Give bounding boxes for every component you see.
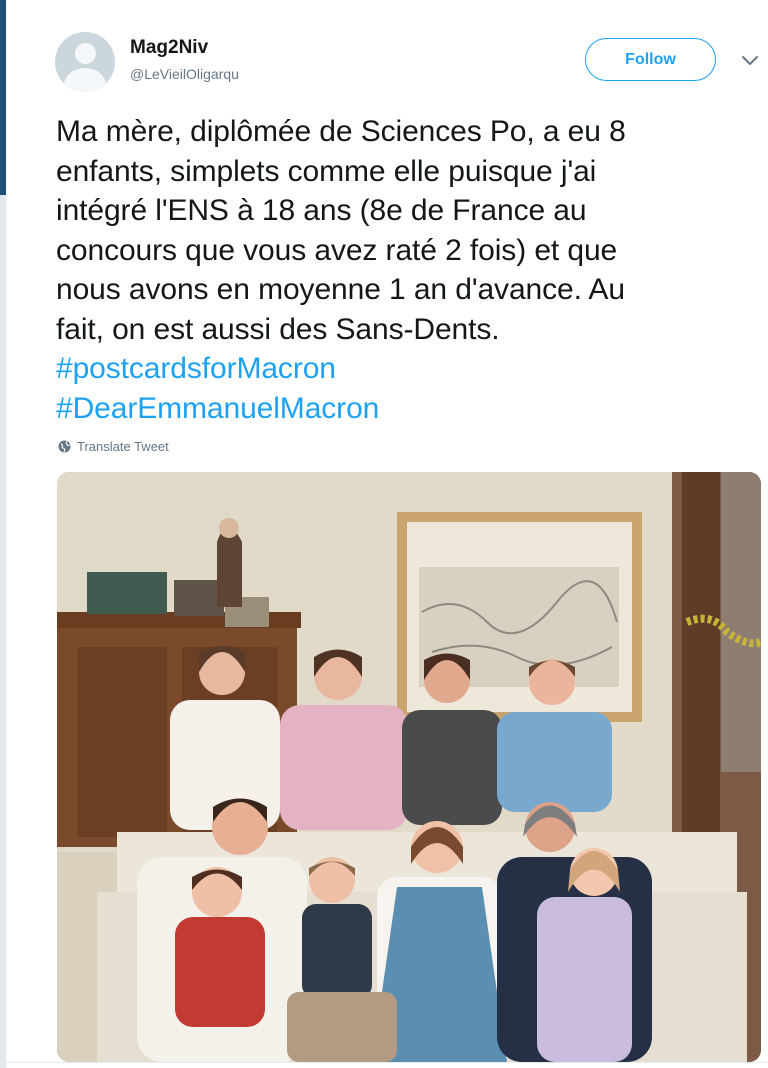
follow-button[interactable]: Follow — [585, 38, 716, 81]
tweet-line: intégré l'ENS à 18 ans (8e de France au — [56, 194, 587, 227]
tweet-line: Ma mère, diplômée de Sciences Po, a eu 8 — [56, 115, 626, 148]
tweet-line: fait, on est aussi des Sans-Dents. — [56, 312, 500, 346]
left-page-edge — [0, 0, 7, 1068]
avatar-body-shape — [64, 68, 106, 92]
avatar-head-shape — [75, 43, 96, 64]
family-photo-illustration — [57, 472, 761, 1062]
avatar[interactable] — [55, 32, 115, 92]
author-handle[interactable]: @LeVieilOligarqu — [130, 66, 239, 82]
tweet-line: enfants, simplets comme elle puisque j'a… — [56, 154, 597, 188]
hashtag-link[interactable]: #postcardsforMacron — [56, 349, 756, 389]
tweet-photo[interactable] — [57, 472, 761, 1062]
globe-icon — [58, 440, 71, 453]
tweet-line: nous avons en moyenne 1 an d'avance. Au — [56, 273, 625, 306]
tweet-line: concours que vous avez raté 2 fois) et q… — [56, 233, 618, 267]
tweet-text: Ma mère, diplômée de Sciences Po, a eu 8… — [56, 112, 756, 428]
translate-label: Translate Tweet — [77, 439, 169, 454]
left-accent-bar — [0, 0, 6, 195]
hashtag-link[interactable]: #DearEmmanuelMacron — [56, 389, 756, 429]
left-separator — [0, 195, 6, 1068]
bottom-divider — [0, 1062, 768, 1063]
author-name[interactable]: Mag2Niv — [130, 37, 208, 59]
translate-tweet-link[interactable]: Translate Tweet — [58, 439, 169, 454]
chevron-down-icon[interactable] — [740, 50, 760, 70]
